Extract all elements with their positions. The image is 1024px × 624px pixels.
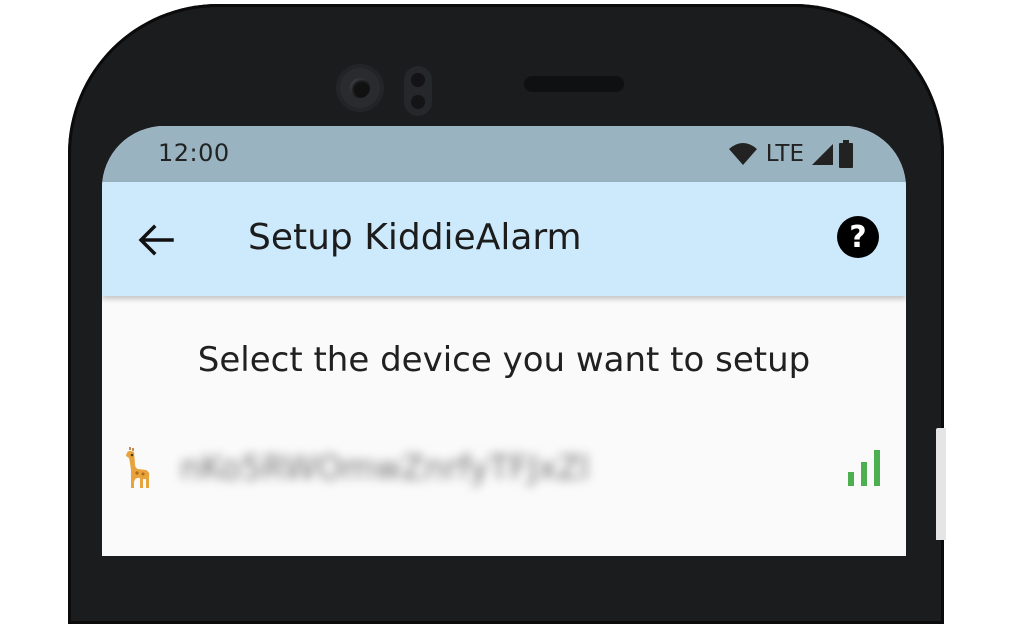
phone-side-button <box>936 428 946 540</box>
status-time: 12:00 <box>158 139 230 167</box>
battery-icon <box>839 140 853 168</box>
status-bar: 12:00 LTE <box>102 126 906 182</box>
back-button[interactable] <box>136 220 176 260</box>
help-circle-icon[interactable]: ? <box>836 215 880 259</box>
proximity-sensor <box>404 66 432 116</box>
signal-strength-icon <box>848 450 880 486</box>
status-icons: LTE <box>728 137 854 171</box>
front-camera <box>336 64 384 112</box>
earpiece-speaker <box>524 76 624 92</box>
select-device-heading: Select the device you want to setup <box>197 340 811 380</box>
app-bar: Setup KiddieAlarm ? <box>102 182 906 296</box>
giraffe-icon <box>126 447 150 488</box>
device-name: nKo5RWOmwZnrfyTFJxZl <box>180 448 590 487</box>
device-list-item[interactable]: nKo5RWOmwZnrfyTFJxZl <box>102 436 906 500</box>
svg-text:?: ? <box>849 220 866 255</box>
phone-screen: 12:00 LTE Setup KiddieAlarm ? Select the… <box>102 126 906 556</box>
cell-signal-icon <box>812 144 833 165</box>
arrow-back-icon <box>138 224 174 256</box>
network-type: LTE <box>765 141 804 167</box>
page-title: Setup KiddieAlarm <box>248 217 582 258</box>
wifi-icon <box>728 143 757 165</box>
